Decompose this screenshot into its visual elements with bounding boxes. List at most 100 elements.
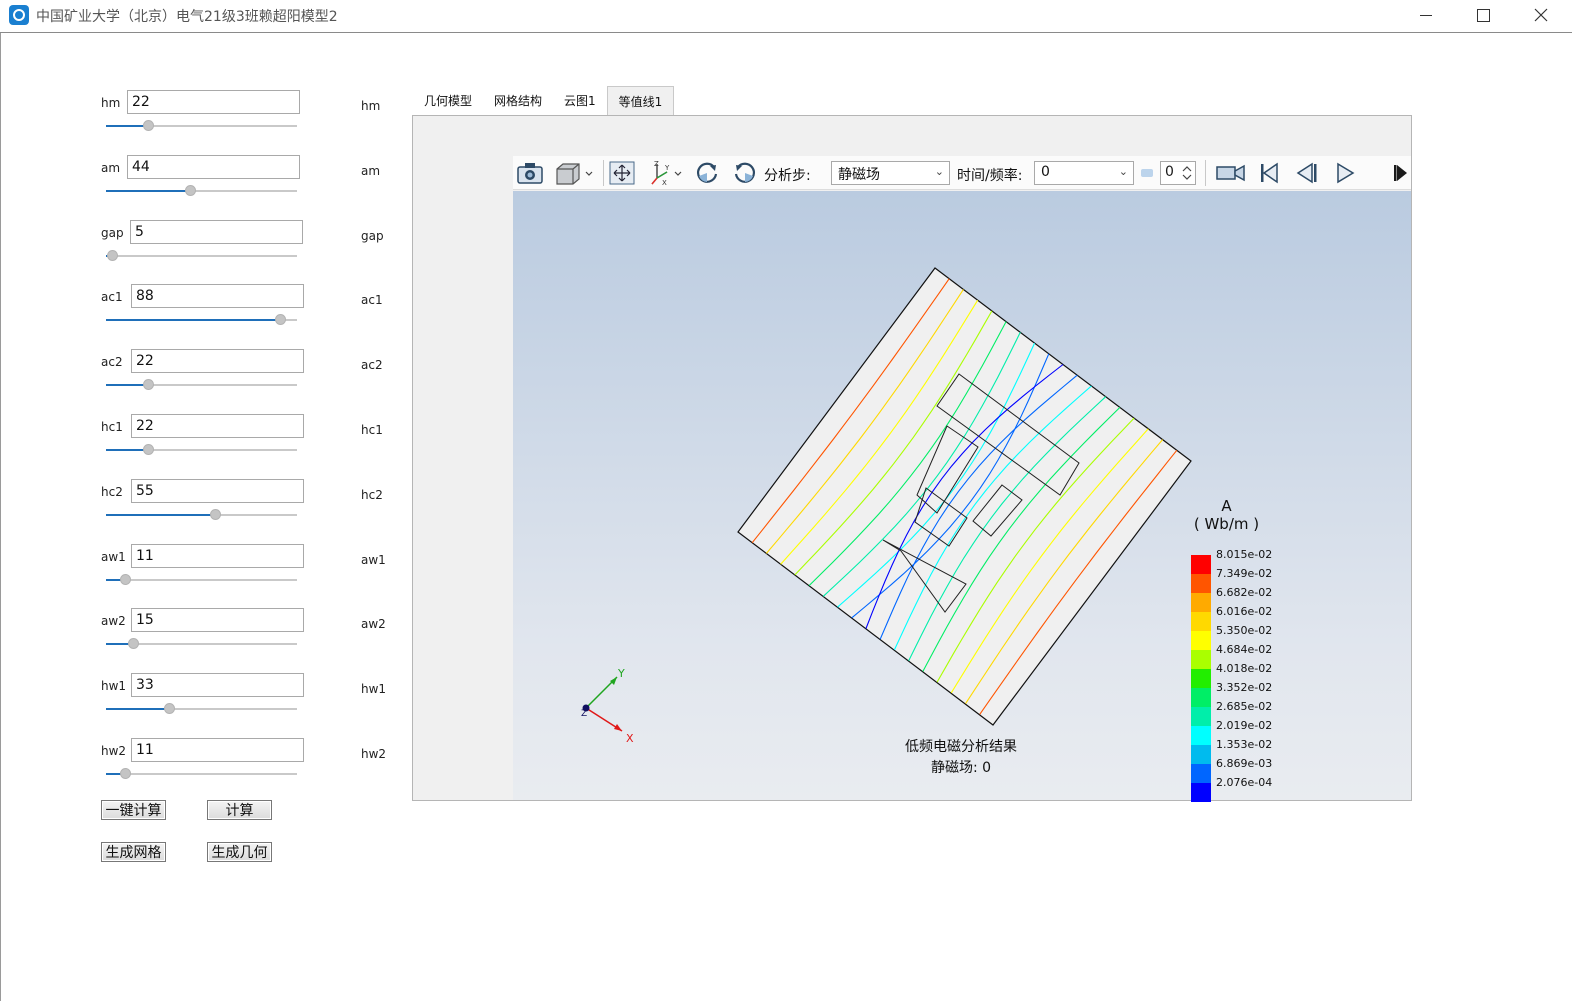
- param-label: gap: [101, 225, 124, 240]
- param-slider-hw2[interactable]: [106, 768, 297, 779]
- analysis-step-dropdown[interactable]: 静磁场 ⌄: [831, 161, 950, 185]
- slider-fill: [106, 189, 191, 192]
- maximize-button[interactable]: [1455, 0, 1511, 30]
- slider-thumb[interactable]: [143, 444, 155, 455]
- previous-frame-icon[interactable]: [1293, 160, 1321, 186]
- param-input-hc1[interactable]: [131, 414, 304, 438]
- svg-text:Z: Z: [654, 160, 659, 168]
- tab-mesh-structure[interactable]: 网格结构: [483, 86, 553, 115]
- reset-view-icon[interactable]: [731, 160, 759, 186]
- axis-y-label: Y: [617, 667, 625, 680]
- legend-value: 7.349e-02: [1216, 567, 1273, 580]
- tab-contour-map[interactable]: 云图1: [553, 86, 607, 115]
- param-input-gap[interactable]: [130, 219, 303, 244]
- slider-fill: [106, 319, 280, 322]
- slider-thumb[interactable]: [164, 703, 176, 715]
- param-input-aw1[interactable]: [131, 543, 304, 568]
- rotate-view-icon[interactable]: [693, 160, 721, 186]
- param-hw1: hw1: [101, 673, 311, 723]
- legend-quantity: A: [1221, 497, 1232, 515]
- param-echo-am: am: [361, 163, 381, 178]
- param-slider-aw2[interactable]: [106, 638, 297, 650]
- calculate-button[interactable]: 计算: [207, 800, 272, 820]
- param-echo-hc1: hc1: [361, 423, 383, 437]
- screenshot-camera-icon[interactable]: [516, 160, 544, 186]
- slider-fill: [106, 513, 215, 516]
- param-echo-hw1: hw1: [361, 682, 387, 697]
- param-slider-hc2[interactable]: [106, 508, 297, 520]
- play-icon[interactable]: [1331, 160, 1359, 186]
- app-window: 中国矿业大学（北京）电气21级3班赖超阳模型2 hm am gap ac1 ac2 hc1…: [0, 0, 1572, 1001]
- toolbar-separator: [603, 160, 604, 186]
- param-ac2: ac2: [101, 349, 311, 399]
- param-echo-hc2: hc2: [361, 487, 383, 502]
- param-input-aw2[interactable]: [131, 608, 304, 633]
- next-frame-icon[interactable]: [1391, 160, 1411, 186]
- spin-arrows-icon: [1182, 166, 1192, 180]
- one-click-calculate-button[interactable]: 一键计算: [101, 800, 166, 820]
- param-label: hm: [101, 96, 121, 110]
- time-frequency-dropdown[interactable]: 0 ⌄: [1034, 161, 1134, 185]
- param-input-ac1[interactable]: [131, 284, 304, 309]
- slider-fill: [106, 125, 149, 127]
- slider-thumb[interactable]: [274, 314, 286, 326]
- param-slider-am[interactable]: [106, 184, 297, 196]
- param-input-am[interactable]: [127, 154, 300, 179]
- slider-thumb[interactable]: [106, 249, 118, 261]
- param-input-hm[interactable]: [127, 90, 300, 114]
- param-slider-aw1[interactable]: [106, 573, 297, 585]
- param-input-ac2[interactable]: [131, 349, 304, 374]
- legend-value: 6.016e-02: [1216, 605, 1273, 618]
- tab-isoline[interactable]: 等值线1: [606, 86, 675, 115]
- slider-thumb[interactable]: [120, 768, 132, 779]
- generate-geometry-button[interactable]: 生成几何: [207, 842, 272, 862]
- first-frame-icon[interactable]: [1255, 160, 1283, 186]
- model-domain: [737, 267, 1192, 726]
- record-video-icon[interactable]: [1214, 160, 1248, 186]
- time-frequency-label: 时间/频率:: [957, 168, 1023, 184]
- param-slider-gap[interactable]: [106, 249, 297, 261]
- slider-thumb[interactable]: [185, 184, 197, 196]
- legend-swatch: [1191, 764, 1211, 783]
- legend-swatch: [1191, 783, 1211, 802]
- frame-spinbox[interactable]: 0: [1160, 161, 1196, 185]
- legend-swatch: [1191, 726, 1211, 745]
- slider-fill: [106, 708, 170, 711]
- param-slider-ac2[interactable]: [106, 379, 297, 391]
- param-label: aw2: [101, 614, 126, 629]
- slider-thumb[interactable]: [143, 379, 155, 391]
- result-viewer: ZYX 分析步: 静磁场 ⌄ 时间/频率: 0 ⌄ 0 Y X Z 低频电磁分析…: [412, 115, 1412, 802]
- frame-slider-handle[interactable]: [1141, 169, 1153, 177]
- legend-value: 4.684e-02: [1216, 643, 1273, 656]
- tab-geometry-model[interactable]: 几何模型: [413, 86, 483, 115]
- param-echo-aw2: aw2: [361, 617, 386, 632]
- generate-mesh-button[interactable]: 生成网格: [101, 842, 166, 862]
- slider-thumb[interactable]: [120, 573, 132, 585]
- param-slider-hm[interactable]: [106, 120, 297, 131]
- pan-move-icon[interactable]: [608, 160, 636, 186]
- slider-thumb[interactable]: [209, 508, 221, 520]
- slider-thumb[interactable]: [127, 638, 139, 650]
- param-slider-hw1[interactable]: [106, 703, 297, 715]
- param-echo-ac2: ac2: [361, 358, 383, 373]
- param-input-hw2[interactable]: [131, 738, 304, 762]
- 3d-render-canvas[interactable]: Y X Z 低频电磁分析结果 静磁场: 0 A ( Wb/m ) 8.015e-…: [513, 191, 1411, 802]
- param-gap: gap: [101, 219, 311, 270]
- param-input-hw1[interactable]: [131, 673, 304, 698]
- view-cube-icon[interactable]: [553, 160, 595, 186]
- minimize-button[interactable]: [1398, 0, 1454, 30]
- param-label: ac2: [101, 355, 123, 370]
- param-hw2: hw2: [101, 738, 311, 788]
- param-hc1: hc1: [101, 414, 311, 464]
- slider-thumb[interactable]: [143, 120, 155, 131]
- legend-swatch: [1191, 669, 1211, 688]
- axes-orientation-icon[interactable]: ZYX: [646, 160, 684, 186]
- param-slider-hc1[interactable]: [106, 444, 297, 455]
- legend-value: 2.685e-02: [1216, 700, 1273, 713]
- axis-triad: Y X Z: [581, 667, 634, 745]
- close-button[interactable]: [1513, 0, 1569, 30]
- param-slider-ac1[interactable]: [106, 314, 297, 326]
- param-input-hc2[interactable]: [131, 478, 304, 503]
- param-ac1: ac1: [101, 284, 311, 334]
- chevron-down-icon: ⌄: [1118, 165, 1128, 178]
